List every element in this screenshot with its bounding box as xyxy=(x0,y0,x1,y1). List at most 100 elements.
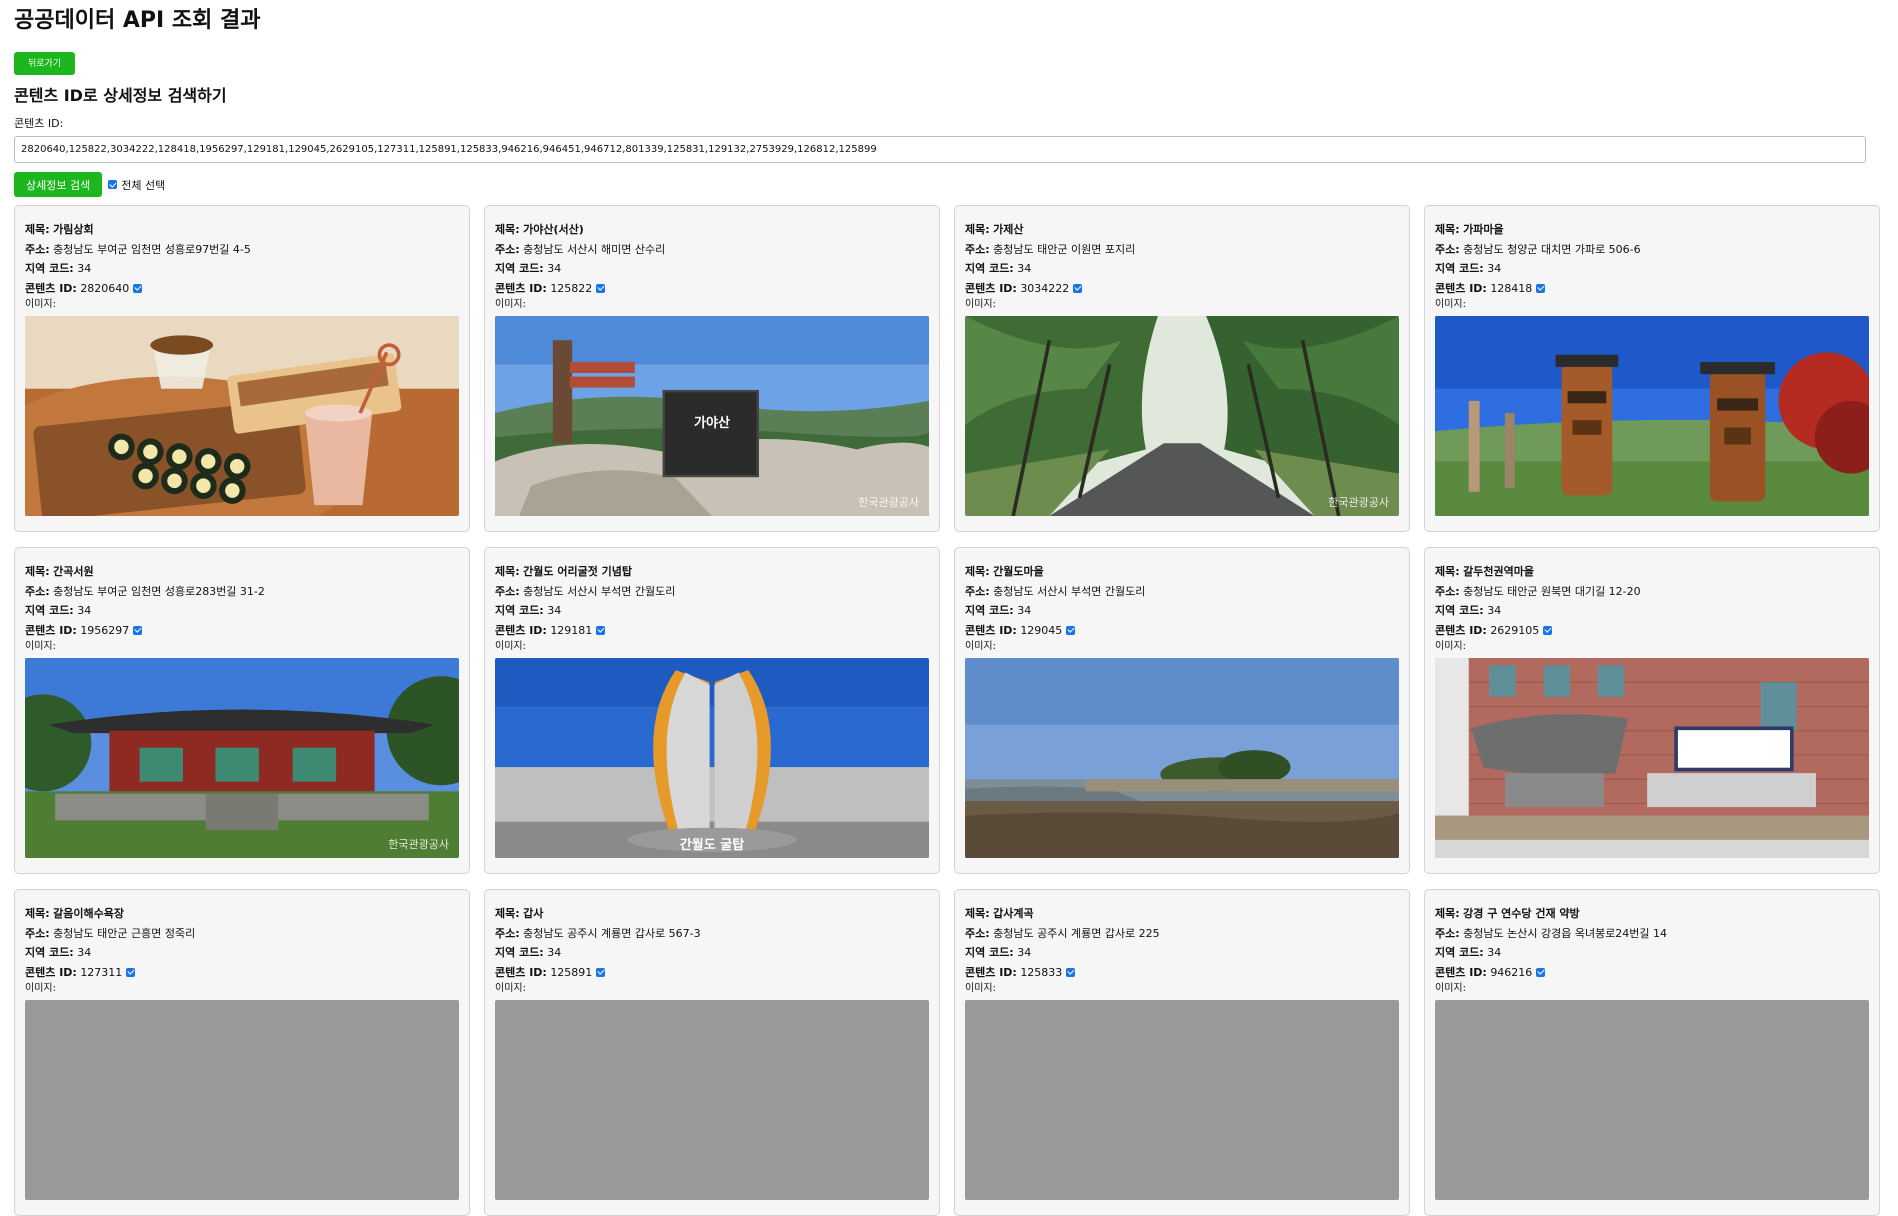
detail-search-button[interactable]: 상세정보 검색 xyxy=(14,172,103,197)
title-value: 가림상회 xyxy=(53,223,94,236)
content-id-label: 콘텐츠 ID: xyxy=(495,965,547,979)
card-area-code: 지역 코드: 34 xyxy=(965,943,1399,963)
image-label: 이미지: xyxy=(965,641,996,652)
address-label: 주소: xyxy=(495,584,520,598)
content-id-checkbox[interactable] xyxy=(596,625,606,635)
content-id-checkbox[interactable] xyxy=(133,283,143,293)
card-area-code: 지역 코드: 34 xyxy=(495,943,929,963)
content-id-value: 125822 xyxy=(550,281,593,295)
photo-svg xyxy=(965,658,1399,858)
area-code-value: 34 xyxy=(77,604,92,617)
content-id-checkbox[interactable] xyxy=(1073,283,1083,293)
card-address: 주소: 충청남도 청양군 대치면 가파로 506-6 xyxy=(1435,240,1869,260)
image-label: 이미지: xyxy=(25,299,56,310)
address-value: 충청남도 부여군 임천면 성흥로97번길 4-5 xyxy=(53,242,251,256)
area-code-value: 34 xyxy=(547,946,562,959)
title-value: 가파마을 xyxy=(1463,223,1504,236)
address-label: 주소: xyxy=(965,242,990,256)
content-id-input[interactable] xyxy=(14,136,1866,163)
address-value: 충청남도 서산시 부석면 간월도리 xyxy=(993,584,1146,598)
content-id-value: 125833 xyxy=(1020,965,1063,979)
title-label: 제목: xyxy=(965,223,990,236)
content-id-checkbox[interactable] xyxy=(1066,967,1076,977)
place-photo: 한국관광공사 xyxy=(965,316,1399,516)
content-id-label: 콘텐츠 ID: xyxy=(1435,281,1487,295)
content-id-checkbox[interactable] xyxy=(1536,967,1546,977)
title-label: 제목: xyxy=(25,223,50,236)
address-label: 주소: xyxy=(965,584,990,598)
image-label: 이미지: xyxy=(965,299,996,310)
back-button[interactable]: 뒤로가기 xyxy=(14,52,76,75)
content-id-value: 128418 xyxy=(1490,281,1533,295)
card-content-id: 콘텐츠 ID: 127311 xyxy=(25,963,459,983)
photo-svg xyxy=(1435,658,1869,858)
select-all-toggle[interactable]: 전체 선택 xyxy=(108,177,165,193)
result-card: 제목: 간월도마을 주소: 충청남도 서산시 부석면 간월도리 지역 코드: 34 콘… xyxy=(954,547,1410,874)
content-id-checkbox[interactable] xyxy=(596,283,606,293)
place-photo xyxy=(1435,1000,1869,1200)
card-address: 주소: 충청남도 서산시 해미면 산수리 xyxy=(495,240,929,260)
area-code-value: 34 xyxy=(77,262,92,275)
title-label: 제목: xyxy=(1435,223,1460,236)
card-area-code: 지역 코드: 34 xyxy=(965,601,1399,621)
title-value: 간월도마을 xyxy=(993,565,1044,578)
content-id-checkbox[interactable] xyxy=(126,967,136,977)
content-id-checkbox[interactable] xyxy=(1543,625,1553,635)
image-label: 이미지: xyxy=(495,983,526,994)
title-label: 제목: xyxy=(1435,907,1460,920)
area-code-label: 지역 코드: xyxy=(25,262,74,275)
card-title: 제목: 간월도마을 xyxy=(965,562,1399,582)
content-id-checkbox[interactable] xyxy=(596,967,606,977)
address-value: 충청남도 태안군 이원면 포지리 xyxy=(993,242,1136,256)
content-id-value: 1956297 xyxy=(80,623,130,637)
photo-svg xyxy=(25,316,459,516)
photo-svg xyxy=(1435,1000,1869,1200)
card-address: 주소: 충청남도 공주시 계룡면 갑사로 225 xyxy=(965,924,1399,944)
area-code-label: 지역 코드: xyxy=(25,946,74,959)
address-label: 주소: xyxy=(25,242,50,256)
title-label: 제목: xyxy=(1435,565,1460,578)
title-value: 가제산 xyxy=(993,223,1024,236)
area-code-label: 지역 코드: xyxy=(965,262,1014,275)
content-id-label: 콘텐츠 ID: xyxy=(1435,965,1487,979)
content-id-label: 콘텐츠 ID: xyxy=(965,965,1017,979)
area-code-value: 34 xyxy=(1017,604,1032,617)
result-card: 제목: 가파마을주소: 충청남도 청양군 대치면 가파로 506-6 지역 코드:… xyxy=(1424,205,1880,532)
card-area-code: 지역 코드: 34 xyxy=(25,943,459,963)
place-photo: 가야산 한국관광공사 xyxy=(495,316,929,516)
area-code-label: 지역 코드: xyxy=(1435,262,1484,275)
watermark: 한국관광공사 xyxy=(858,496,919,509)
result-card: 제목: 갈음이해수욕장 주소: 충청남도 태안군 근흥면 정죽리 지역 코드: 34… xyxy=(14,889,470,1216)
action-row: 상세정보 검색 전체 선택 xyxy=(14,171,1884,198)
address-value: 충청남도 서산시 부석면 간월도리 xyxy=(523,584,676,598)
card-content-id: 콘텐츠 ID: 125891 xyxy=(495,963,929,983)
place-photo xyxy=(1435,658,1869,858)
content-id-label: 콘텐츠 ID: xyxy=(495,281,547,295)
place-photo xyxy=(25,316,459,516)
content-id-value: 2820640 xyxy=(80,281,130,295)
area-code-value: 34 xyxy=(1487,604,1502,617)
card-content-id: 콘텐츠 ID: 3034222 xyxy=(965,279,1399,299)
area-code-value: 34 xyxy=(547,604,562,617)
place-photo xyxy=(25,1000,459,1200)
content-id-value: 125891 xyxy=(550,965,593,979)
address-value: 충청남도 공주시 계룡면 갑사로 567-3 xyxy=(523,926,701,940)
address-value: 충청남도 부여군 임천면 성흥로283번길 31-2 xyxy=(53,584,265,598)
address-value: 충청남도 서산시 해미면 산수리 xyxy=(523,242,666,256)
card-title: 제목: 갑사계곡 xyxy=(965,904,1399,924)
area-code-value: 34 xyxy=(77,946,92,959)
content-id-checkbox[interactable] xyxy=(1536,283,1546,293)
title-value: 갑사계곡 xyxy=(993,907,1034,920)
address-label: 주소: xyxy=(965,926,990,940)
card-content-id: 콘텐츠 ID: 125833 xyxy=(965,963,1399,983)
content-id-checkbox[interactable] xyxy=(1066,625,1076,635)
content-id-value: 3034222 xyxy=(1020,281,1070,295)
photo-svg xyxy=(1435,316,1869,516)
content-id-value: 129181 xyxy=(550,623,593,637)
title-label: 제목: xyxy=(495,565,520,578)
content-id-checkbox[interactable] xyxy=(133,625,143,635)
content-id-value: 946216 xyxy=(1490,965,1533,979)
area-code-value: 34 xyxy=(1017,946,1032,959)
select-all-checkbox[interactable] xyxy=(108,180,118,189)
title-label: 제목: xyxy=(495,223,520,236)
